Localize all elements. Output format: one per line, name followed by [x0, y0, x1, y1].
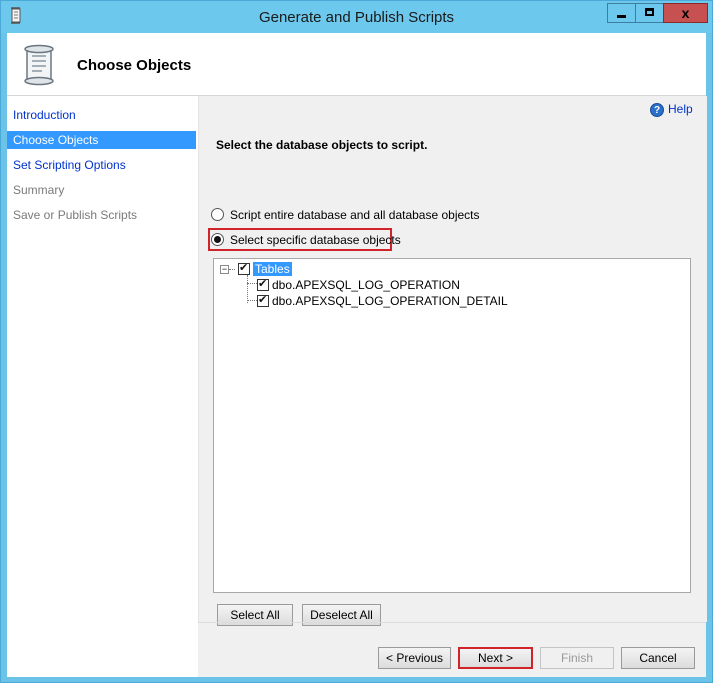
close-icon: x — [681, 5, 690, 21]
title-bar[interactable]: Generate and Publish Scripts x — [1, 1, 712, 33]
nav-item-summary: Summary — [13, 183, 65, 197]
tree-node-table[interactable]: dbo.APEXSQL_LOG_OPERATION — [257, 277, 460, 293]
page-header: Choose Objects — [7, 33, 706, 96]
radio-label: Select specific database objects — [230, 233, 401, 247]
finish-button: Finish — [540, 647, 614, 669]
wizard-nav: Introduction Choose Objects Set Scriptin… — [7, 96, 198, 677]
minimize-button[interactable] — [607, 3, 635, 23]
nav-item-introduction[interactable]: Introduction — [7, 106, 196, 124]
help-link[interactable]: ? Help — [650, 101, 693, 117]
main-content: ? Help Select the database objects to scr… — [198, 96, 707, 626]
page-title: Choose Objects — [77, 57, 192, 74]
maximize-button[interactable] — [635, 3, 663, 23]
collapse-icon[interactable]: − — [220, 265, 229, 274]
minimize-icon — [617, 15, 626, 18]
radio-label: Script entire database and all database … — [230, 208, 480, 222]
instruction-text: Select the database objects to script. — [216, 138, 428, 152]
footer-divider — [198, 622, 706, 623]
checkbox-checked[interactable] — [257, 277, 269, 291]
radio-select-specific-objects[interactable]: Select specific database objects — [211, 231, 401, 249]
tree-node-table[interactable]: dbo.APEXSQL_LOG_OPERATION_DETAIL — [257, 293, 508, 309]
radio-button-on[interactable] — [211, 233, 224, 247]
dialog-window: Generate and Publish Scripts x Choose Ob… — [0, 0, 713, 683]
next-button[interactable]: Next > — [458, 647, 533, 669]
tree-line — [247, 300, 257, 301]
radio-button-off[interactable] — [211, 208, 224, 222]
tree-line — [229, 269, 235, 270]
object-tree[interactable]: − Tables dbo.APEXSQL_LOG_OPERATION dbo.A… — [213, 258, 691, 593]
tree-line — [247, 283, 257, 284]
tree-node-label: Tables — [253, 262, 292, 276]
tree-node-label: dbo.APEXSQL_LOG_OPERATION — [272, 278, 460, 292]
radio-script-entire-database[interactable]: Script entire database and all database … — [211, 206, 480, 224]
window-title: Generate and Publish Scripts — [258, 9, 455, 26]
dialog-client-area: Choose Objects Introduction Choose Objec… — [7, 33, 707, 677]
script-scroll-icon — [24, 44, 54, 86]
help-icon: ? — [650, 102, 664, 117]
help-label: Help — [668, 102, 693, 116]
nav-item-save-or-publish: Save or Publish Scripts — [13, 208, 138, 222]
nav-item-choose-objects[interactable]: Choose Objects — [7, 131, 196, 149]
maximize-icon — [645, 8, 654, 16]
checkbox-checked[interactable] — [238, 261, 250, 275]
cancel-button[interactable]: Cancel — [621, 647, 695, 669]
close-button[interactable]: x — [663, 3, 708, 23]
checkbox-checked[interactable] — [257, 293, 269, 307]
previous-button[interactable]: < Previous — [378, 647, 451, 669]
tree-node-tables[interactable]: Tables — [238, 261, 292, 277]
nav-item-set-scripting-options[interactable]: Set Scripting Options — [7, 156, 196, 174]
tree-line — [247, 275, 248, 303]
tree-node-label: dbo.APEXSQL_LOG_OPERATION_DETAIL — [272, 294, 508, 308]
